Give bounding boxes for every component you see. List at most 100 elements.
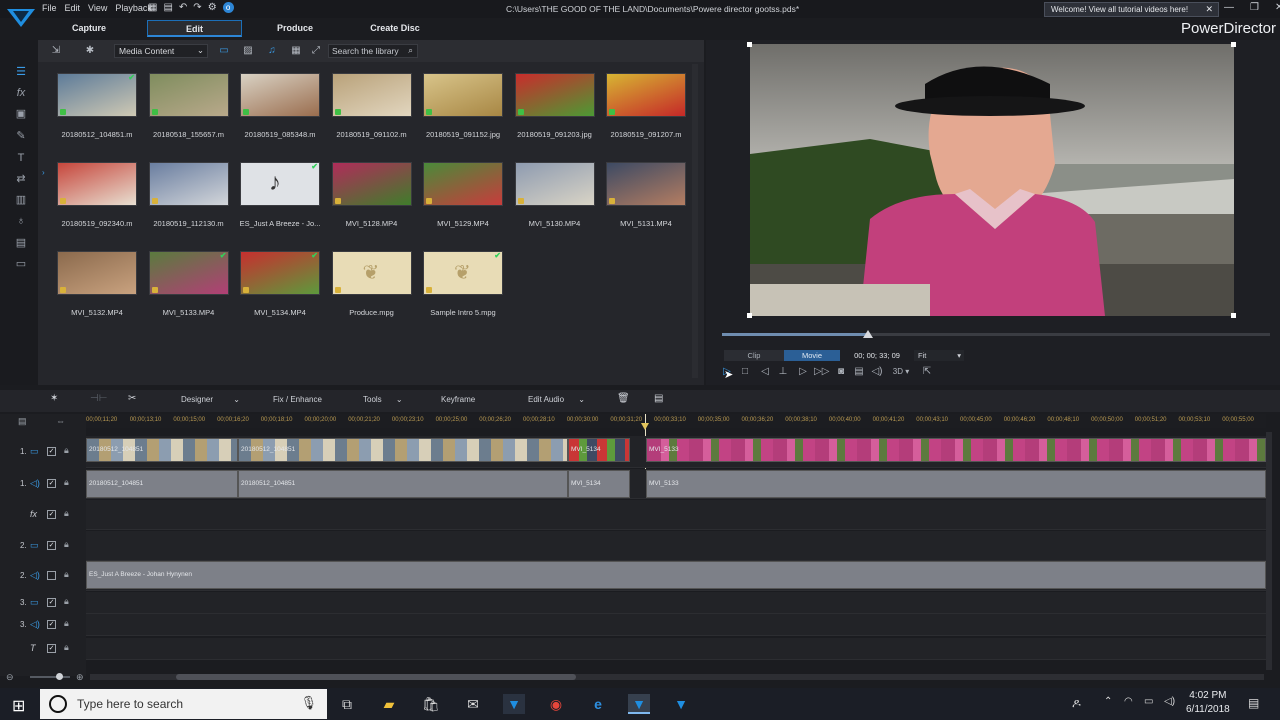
- resize-handle[interactable]: [747, 42, 752, 47]
- zoom-slider[interactable]: [30, 676, 70, 678]
- timeline-ruler[interactable]: 00;00;11;20 00;00;13;10 00;00;15;00 00;00;1…: [86, 414, 1266, 428]
- designer-button[interactable]: Designer ⌄: [181, 395, 240, 404]
- media-thumbnail[interactable]: [331, 162, 412, 206]
- resize-handle[interactable]: [1231, 313, 1236, 318]
- edge-icon[interactable]: e: [587, 694, 609, 714]
- lock-icon[interactable]: 🔒︎: [64, 642, 69, 653]
- snapshot-icon[interactable]: ◙: [834, 366, 848, 378]
- welcome-banner[interactable]: Welcome! View all tutorial videos here! ✕: [1044, 2, 1219, 17]
- timeline-clip[interactable]: 20180512_104851: [86, 470, 238, 498]
- track-enable-checkbox[interactable]: ✓: [47, 510, 56, 519]
- collapse-arrow-icon[interactable]: ›: [42, 168, 45, 177]
- track-enable-checkbox[interactable]: ✓: [47, 598, 56, 607]
- track-enable-checkbox[interactable]: ✓: [47, 620, 56, 629]
- media-thumbnail[interactable]: ❦ ✔: [423, 251, 503, 295]
- tray-chevron-icon[interactable]: ⌃: [1104, 696, 1112, 707]
- zoom-out-icon[interactable]: ⊖: [6, 672, 14, 683]
- close-window-icon[interactable]: ✕: [1275, 2, 1280, 13]
- undock-icon[interactable]: ⇱: [920, 366, 934, 378]
- edit-audio-button[interactable]: Edit Audio ⌄: [528, 395, 585, 404]
- speaker-icon[interactable]: ◁): [1164, 696, 1175, 707]
- trash-icon[interactable]: 🗑: [617, 393, 630, 404]
- menu-playback[interactable]: Playback: [115, 3, 152, 13]
- library-scrollbar[interactable]: [692, 64, 698, 378]
- music-filter-icon[interactable]: ♫: [264, 44, 280, 58]
- expand-icon[interactable]: ⤢: [308, 44, 324, 58]
- zoom-in-icon[interactable]: ⊕: [76, 672, 84, 683]
- powerdirector-taskbar-icon[interactable]: ▼: [503, 694, 525, 714]
- powerdirector-alt-icon[interactable]: ▼: [670, 694, 692, 714]
- media-thumbnail[interactable]: [148, 73, 229, 117]
- track-enable-checkbox[interactable]: ✓: [47, 541, 56, 550]
- windows-start-icon[interactable]: ⊞: [12, 696, 25, 716]
- track-row[interactable]: [86, 614, 1266, 636]
- track-enable-checkbox[interactable]: ✓: [47, 479, 56, 488]
- close-icon[interactable]: ✕: [1205, 4, 1213, 15]
- media-thumbnail[interactable]: [514, 73, 595, 117]
- 3d-mode-button[interactable]: 3D ▾: [890, 366, 912, 378]
- zoom-dropdown[interactable]: Fit ▾: [914, 350, 964, 361]
- timeline-clip[interactable]: 20180512_104851: [238, 438, 568, 462]
- plugin-icon[interactable]: ✱: [82, 44, 98, 58]
- timecode-display[interactable]: 00; 00; 33; 09: [846, 350, 908, 361]
- clip-mode-button[interactable]: Clip: [724, 350, 784, 361]
- track-row[interactable]: [86, 592, 1266, 614]
- chrome-icon[interactable]: ◉: [545, 694, 567, 714]
- lock-icon[interactable]: 🔒︎: [64, 596, 69, 607]
- keyframe-button[interactable]: Keyframe: [441, 395, 475, 404]
- import-icon[interactable]: ⇲: [48, 44, 64, 58]
- pip-room-icon[interactable]: ▣: [14, 108, 28, 120]
- lock-icon[interactable]: 🔒︎: [64, 539, 69, 550]
- redo-icon[interactable]: ↷: [193, 2, 201, 13]
- timeline-clip[interactable]: MVI_5134: [568, 438, 630, 462]
- media-thumbnail[interactable]: ❦: [331, 251, 412, 295]
- search-icon[interactable]: ⌕: [408, 45, 413, 56]
- maximize-icon[interactable]: ❐: [1250, 2, 1259, 13]
- notifications-icon[interactable]: ▤: [1248, 696, 1259, 710]
- scissors-icon[interactable]: ✂: [128, 393, 136, 404]
- network-icon[interactable]: ◠: [1124, 696, 1133, 707]
- preview-scrubber[interactable]: [722, 333, 1270, 336]
- fast-forward-icon[interactable]: ▷▷: [814, 366, 829, 378]
- menu-edit[interactable]: Edit: [65, 3, 81, 13]
- timeline-clip[interactable]: ES_Just A Breeze - Johan Hynynen: [86, 561, 1266, 589]
- timeline-clip[interactable]: 20180512_104851: [238, 470, 568, 498]
- media-thumbnail[interactable]: [606, 162, 686, 206]
- library-search-input[interactable]: Search the library ⌕: [328, 44, 418, 58]
- title-room-icon[interactable]: T: [14, 152, 28, 164]
- media-thumbnail[interactable]: [57, 162, 137, 206]
- media-thumbnail[interactable]: [423, 162, 503, 206]
- lock-icon[interactable]: 🔒︎: [64, 445, 69, 456]
- save-icon[interactable]: ▤: [163, 2, 172, 13]
- media-thumbnail[interactable]: ♪ ✔: [240, 162, 320, 206]
- battery-icon[interactable]: ▭: [1144, 696, 1153, 707]
- task-view-icon[interactable]: ⧉: [336, 694, 358, 714]
- powerdirector-active-icon[interactable]: ▼: [628, 694, 650, 714]
- timeline-vscroll[interactable]: [1266, 432, 1272, 670]
- minimize-icon[interactable]: —: [1224, 2, 1234, 13]
- media-thumbnail[interactable]: [514, 162, 595, 206]
- file-explorer-icon[interactable]: ▰: [378, 694, 400, 714]
- scrubber-handle[interactable]: [863, 330, 873, 338]
- grid-view-icon[interactable]: ▦: [288, 44, 304, 58]
- media-thumbnail[interactable]: ✔: [57, 73, 137, 117]
- track-row[interactable]: [86, 500, 1266, 530]
- store-icon[interactable]: 🛍: [420, 694, 442, 714]
- tab-create-disc[interactable]: Create Disc: [364, 20, 426, 37]
- subtitle-room-icon[interactable]: ▭: [14, 258, 28, 270]
- timeline-clip[interactable]: MVI_5133: [646, 438, 1266, 462]
- mail-icon[interactable]: ✉: [462, 694, 484, 714]
- video-filter-icon[interactable]: ▭: [216, 44, 232, 58]
- undo-icon[interactable]: ↶: [179, 2, 187, 13]
- resize-handle[interactable]: [747, 313, 752, 318]
- timeline-clip[interactable]: MVI_5134: [568, 470, 630, 498]
- media-thumbnail[interactable]: [331, 73, 412, 117]
- track-row[interactable]: [86, 638, 1266, 660]
- playhead-marker[interactable]: [641, 423, 649, 430]
- particle-room-icon[interactable]: ✎: [14, 130, 28, 142]
- fix-enhance-button[interactable]: Fix / Enhance: [273, 395, 322, 404]
- zoom-slider-handle[interactable]: [56, 673, 63, 680]
- menu-file[interactable]: File: [42, 3, 57, 13]
- lock-icon[interactable]: 🔒︎: [64, 477, 69, 488]
- split-icon[interactable]: ⊥: [776, 366, 790, 378]
